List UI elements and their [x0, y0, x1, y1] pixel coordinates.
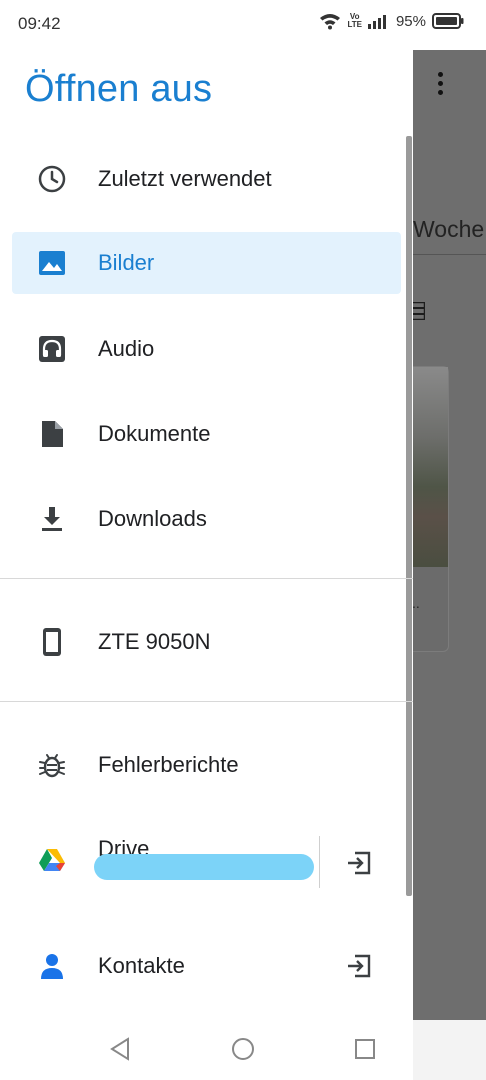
background-photo-card: ..	[413, 366, 449, 652]
volte-indicator: Vo LTE	[347, 13, 362, 29]
drawer-title: Öffnen aus	[25, 68, 213, 110]
drawer-item-label: Audio	[98, 336, 155, 361]
background-photo-caption: ..	[413, 595, 420, 611]
volte-bottom: LTE	[347, 20, 362, 29]
google-drive-icon	[39, 849, 65, 871]
drawer-item-label: Dokumente	[98, 421, 211, 446]
drawer-item-images[interactable]: Bilder	[12, 232, 401, 294]
image-icon	[39, 251, 65, 275]
drawer-item-drive[interactable]: Drive	[12, 818, 401, 898]
drawer-scrollbar[interactable]	[406, 136, 412, 896]
system-nav-bar	[0, 1020, 413, 1080]
download-icon	[42, 507, 62, 531]
drawer-divider	[0, 578, 413, 579]
signal-icon	[367, 15, 386, 29]
drawer-item-audio[interactable]: Audio	[12, 318, 401, 380]
background-app-scrim[interactable]: Woche ..	[413, 50, 486, 1020]
headphones-icon	[39, 336, 65, 362]
drawer-item-label: Zuletzt verwendet	[98, 166, 272, 191]
wifi-icon	[320, 14, 341, 30]
bug-icon	[39, 754, 65, 778]
eject-icon[interactable]	[346, 953, 372, 979]
eject-separator	[319, 836, 320, 888]
drawer-item-label: Bilder	[98, 250, 155, 275]
home-icon[interactable]	[230, 1036, 256, 1062]
phone-icon	[43, 628, 61, 656]
drawer-item-recent[interactable]: Zuletzt verwendet	[12, 148, 401, 210]
drawer-item-contacts[interactable]: Kontakte	[12, 935, 401, 997]
back-icon[interactable]	[108, 1036, 134, 1062]
background-tab-underline	[413, 254, 486, 255]
navigation-drawer: Öffnen aus Zuletzt verwendet Bilder Audi…	[0, 50, 413, 1080]
document-icon	[42, 421, 63, 447]
drawer-item-label: Downloads	[98, 506, 207, 531]
list-view-icon	[413, 302, 425, 320]
drawer-item-label: Kontakte	[98, 953, 185, 978]
drawer-item-documents[interactable]: Dokumente	[12, 403, 401, 465]
drawer-divider	[0, 701, 413, 702]
drawer-item-bug-reports[interactable]: Fehlerberichte	[12, 734, 401, 796]
status-time: 09:42	[18, 14, 61, 33]
status-bar: 09:42 Vo LTE 95%	[0, 0, 486, 50]
drawer-item-device[interactable]: ZTE 9050N	[12, 611, 401, 673]
background-photo	[413, 367, 448, 567]
battery-icon	[432, 13, 464, 29]
clock-icon	[38, 165, 66, 193]
redacted-account-email	[94, 854, 314, 880]
status-icons: Vo LTE 95%	[319, 12, 464, 30]
drawer-item-label: ZTE 9050N	[98, 629, 211, 654]
eject-icon[interactable]	[346, 850, 372, 876]
nav-bar-edge	[413, 1020, 486, 1080]
background-tab-label: Woche	[413, 216, 485, 242]
more-options-icon	[438, 72, 446, 99]
recents-icon[interactable]	[352, 1036, 378, 1062]
contacts-icon	[41, 954, 63, 979]
drawer-item-label: Fehlerberichte	[98, 752, 239, 777]
battery-percent: 95%	[395, 12, 426, 30]
drawer-item-downloads[interactable]: Downloads	[12, 488, 401, 550]
